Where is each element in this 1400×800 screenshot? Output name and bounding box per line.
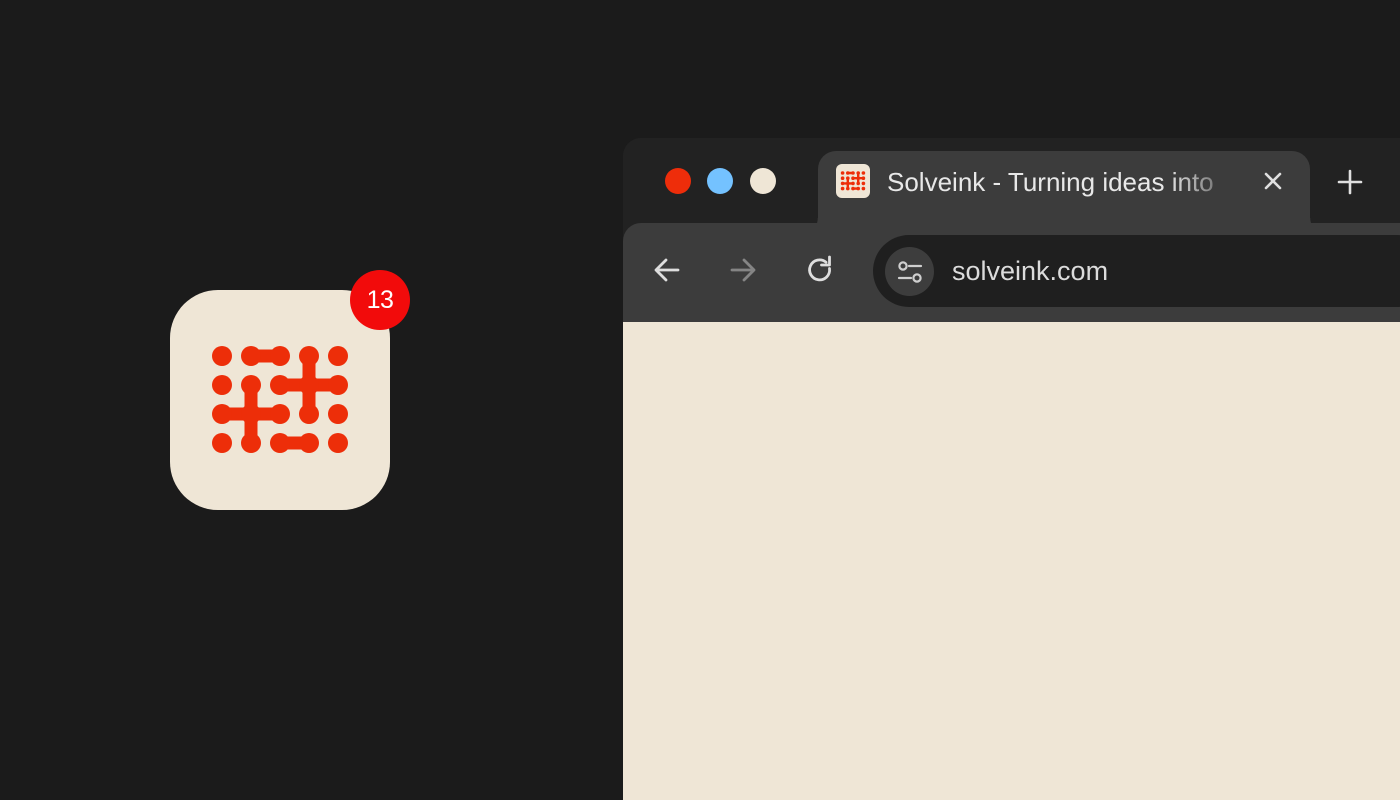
url-text[interactable]: solveink.com: [952, 235, 1108, 307]
solveink-logo-icon: [212, 346, 348, 453]
back-button[interactable]: [649, 252, 685, 288]
solveink-favicon-icon: [836, 164, 870, 198]
forward-button[interactable]: [725, 252, 761, 288]
window-minimize-button[interactable]: [707, 168, 733, 194]
page-viewport[interactable]: [623, 322, 1400, 800]
window-maximize-button[interactable]: [750, 168, 776, 194]
browser-toolbar: solveink.com: [623, 223, 1400, 322]
browser-window: Solveink - Turning ideas into solveink.c…: [623, 138, 1400, 800]
arrow-right-icon: [730, 258, 756, 282]
window-close-button[interactable]: [665, 168, 691, 194]
badge-count: 13: [366, 285, 394, 314]
tab-close-button[interactable]: [1258, 166, 1288, 196]
new-tab-button[interactable]: [1333, 165, 1367, 199]
address-bar[interactable]: solveink.com: [873, 235, 1400, 307]
plus-icon: [1337, 169, 1363, 195]
reload-button[interactable]: [802, 252, 838, 288]
tune-icon: [897, 260, 922, 283]
arrow-left-icon: [654, 258, 680, 282]
reload-icon: [808, 255, 831, 282]
tab-title: Solveink - Turning ideas into: [887, 167, 1214, 197]
close-icon: [1264, 172, 1282, 190]
site-settings-button[interactable]: [885, 247, 934, 296]
app-icon[interactable]: [170, 290, 390, 510]
notification-badge: 13: [350, 270, 410, 330]
tab-strip: Solveink - Turning ideas into: [623, 138, 1400, 236]
